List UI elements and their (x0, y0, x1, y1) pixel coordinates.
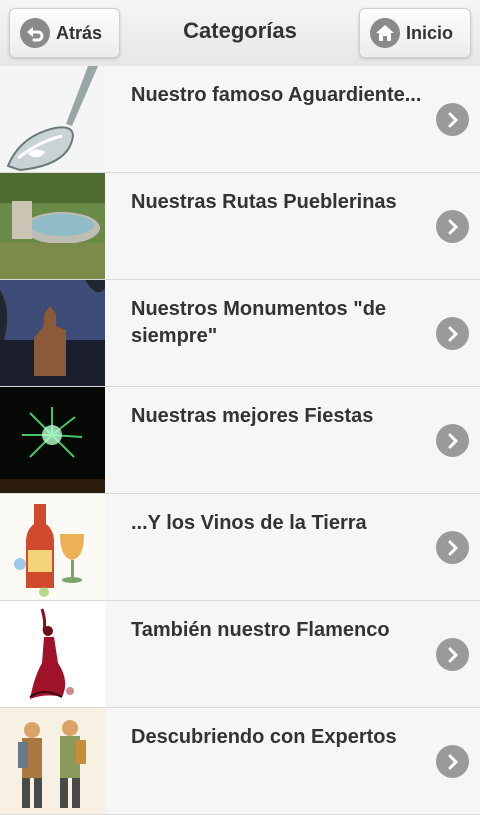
category-title: Nuestro famoso Aguardiente... (131, 84, 422, 106)
home-button[interactable]: Inicio (359, 8, 471, 58)
experts-thumbnail (0, 708, 105, 814)
house-icon (370, 18, 400, 48)
top-bar: Atrás Categorías Inicio (0, 0, 480, 67)
list-item[interactable]: Nuestras mejores Fiestas (0, 387, 480, 494)
category-title: Nuestras mejores Fiestas (131, 405, 374, 427)
category-title: Descubriendo con Expertos (131, 726, 397, 748)
flamenco-thumbnail (0, 601, 105, 707)
category-title: También nuestro Flamenco (131, 619, 390, 641)
category-title: Nuestros Monumentos "de siempre" (131, 298, 387, 347)
chevron-right-icon (436, 103, 469, 136)
wine-thumbnail (0, 494, 105, 600)
list-item[interactable]: Descubriendo con Expertos (0, 708, 480, 815)
chevron-right-icon (436, 317, 469, 350)
chevron-right-icon (436, 638, 469, 671)
home-label: Inicio (406, 22, 454, 43)
chevron-right-icon (436, 745, 469, 778)
list-item[interactable]: Nuestras Rutas Pueblerinas (0, 173, 480, 280)
church-thumbnail (0, 280, 105, 386)
list-item[interactable]: ...Y los Vinos de la Tierra (0, 494, 480, 601)
list-item[interactable]: Nuestros Monumentos "de siempre" (0, 280, 480, 387)
category-title: ...Y los Vinos de la Tierra (131, 512, 367, 534)
list-item[interactable]: También nuestro Flamenco (0, 601, 480, 708)
aguardiente-thumbnail (0, 66, 105, 172)
chevron-right-icon (436, 424, 469, 457)
category-list: Nuestro famoso Aguardiente... Nuestras R… (0, 66, 480, 815)
fireworks-thumbnail (0, 387, 105, 493)
category-title: Nuestras Rutas Pueblerinas (131, 191, 397, 213)
chevron-right-icon (436, 531, 469, 564)
chevron-right-icon (436, 210, 469, 243)
list-item[interactable]: Nuestro famoso Aguardiente... (0, 66, 480, 173)
fountain-thumbnail (0, 173, 105, 279)
